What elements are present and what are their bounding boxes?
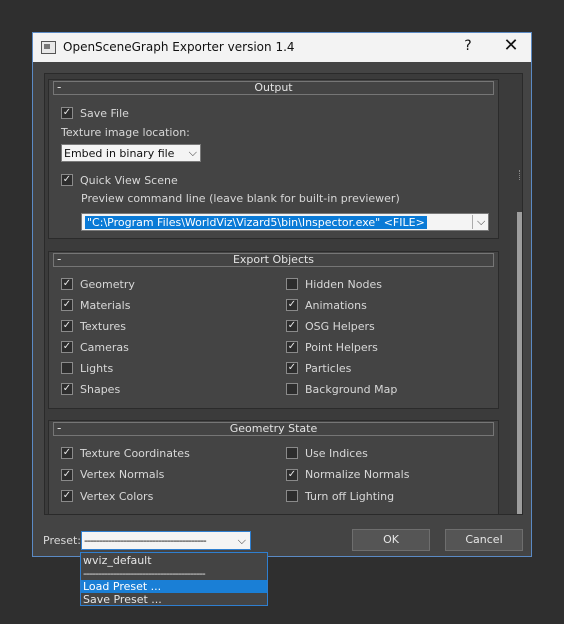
option-label: Use Indices — [305, 446, 368, 460]
option-label: Shapes — [80, 382, 121, 396]
option-label: Geometry — [80, 277, 135, 291]
option-label: Materials — [80, 298, 131, 312]
preview-command-label: Preview command line (leave blank for bu… — [81, 192, 400, 205]
option-label: Background Map — [305, 382, 398, 396]
preset-dropdown-list: wviz_default ---------------------------… — [80, 552, 268, 606]
option-checkbox[interactable]: ✓ Geometry — [61, 277, 135, 291]
texture-location-label: Texture image location: — [61, 126, 190, 139]
vertical-scrollbar[interactable] — [517, 74, 522, 514]
option-label: Lights — [80, 361, 114, 375]
preset-option[interactable]: wviz_default — [81, 554, 267, 567]
option-checkbox[interactable]: ✓ Shapes — [61, 382, 120, 396]
checkbox-checked[interactable]: ✓ — [61, 341, 73, 353]
geometry-state-header[interactable]: - Geometry State — [53, 421, 494, 436]
option-checkbox[interactable]: ✓ Animations — [286, 298, 367, 312]
cancel-button[interactable]: Cancel — [445, 529, 523, 551]
export-objects-header[interactable]: - Export Objects — [53, 252, 494, 267]
output-rollout-header[interactable]: - Output — [53, 80, 494, 95]
window-title: OpenSceneGraph Exporter version 1.4 — [63, 40, 295, 54]
option-checkbox[interactable]: ✓ Vertex Normals — [61, 468, 164, 482]
quick-view-checkbox[interactable]: ✓ Quick View Scene — [61, 173, 178, 187]
checkbox-unchecked[interactable] — [286, 278, 298, 290]
option-checkbox[interactable]: ✓ Cameras — [61, 340, 129, 354]
checkbox-unchecked[interactable] — [286, 383, 298, 395]
option-checkbox[interactable]: Lights — [61, 361, 113, 375]
checkbox-checked[interactable]: ✓ — [286, 320, 298, 332]
option-checkbox[interactable]: ✓ Normalize Normals — [286, 468, 409, 482]
checkbox-checked[interactable]: ✓ — [286, 299, 298, 311]
preset-value: ----------------------------------------… — [84, 534, 207, 547]
checkbox-checked[interactable]: ✓ — [61, 320, 73, 332]
option-checkbox[interactable]: Turn off Lighting — [286, 489, 394, 503]
chevron-down-icon: ⌵ — [237, 534, 246, 547]
option-label: Point Helpers — [305, 340, 378, 354]
preset-option-load[interactable]: Load Preset ... — [81, 580, 267, 593]
checkbox-checked[interactable]: ✓ — [286, 341, 298, 353]
checkbox-checked[interactable]: ✓ — [61, 468, 73, 481]
texture-location-value: Embed in binary file — [64, 147, 175, 160]
option-label: OSG Helpers — [305, 319, 375, 333]
checkbox-unchecked[interactable] — [286, 490, 298, 502]
preset-label: Preset: — [43, 534, 82, 547]
ok-button[interactable]: OK — [352, 529, 430, 551]
texture-location-dropdown[interactable]: Embed in binary file ⌵ — [61, 144, 201, 162]
export-objects-title: Export Objects — [232, 253, 315, 266]
checkbox-checked[interactable]: ✓ — [61, 490, 73, 502]
checkbox-unchecked[interactable] — [61, 362, 73, 374]
scrollbar-grip — [519, 170, 521, 180]
combo-separator — [472, 215, 473, 229]
option-label: Textures — [80, 319, 126, 333]
option-label: Turn off Lighting — [305, 489, 395, 503]
export-objects-rollout: - Export Objects ✓ Geometry ✓ Materials ✓ Tex… — [48, 251, 499, 409]
preview-command-input[interactable]: "C:\Program Files\WorldViz\Vizard5\bin\I… — [81, 213, 489, 231]
option-label: Hidden Nodes — [305, 277, 382, 291]
checkbox-box[interactable]: ✓ — [61, 174, 73, 186]
option-checkbox[interactable]: ✓ Vertex Colors — [61, 489, 153, 503]
checkbox-checked[interactable]: ✓ — [61, 383, 73, 395]
option-checkbox[interactable]: ✓ Point Helpers — [286, 340, 378, 354]
exporter-dialog: OpenSceneGraph Exporter version 1.4 ? ✕ … — [32, 32, 532, 557]
preset-option-save[interactable]: Save Preset ... — [81, 593, 267, 606]
option-checkbox[interactable]: ✓ Texture Coordinates — [61, 446, 190, 460]
rollout-scroll-area: - Output ✓ Save File Texture image locat… — [44, 73, 523, 515]
preset-dropdown[interactable]: ----------------------------------------… — [81, 531, 251, 550]
option-checkbox[interactable]: Hidden Nodes — [286, 277, 382, 291]
option-label: Animations — [305, 298, 367, 312]
save-file-label: Save File — [80, 106, 129, 120]
chevron-down-icon[interactable]: ⌵ — [477, 215, 485, 229]
option-label: Particles — [305, 361, 352, 375]
option-label: Texture Coordinates — [80, 446, 190, 460]
app-window-icon — [41, 41, 56, 54]
option-label: Vertex Colors — [80, 489, 154, 503]
geometry-state-rollout: - Geometry State ✓ Texture Coordinates ✓ Ve… — [48, 420, 499, 514]
checkbox-box[interactable]: ✓ — [61, 107, 73, 119]
checkbox-checked[interactable]: ✓ — [286, 468, 298, 481]
chevron-down-icon: ⌵ — [188, 146, 197, 159]
checkbox-checked[interactable]: ✓ — [61, 447, 73, 459]
quick-view-label: Quick View Scene — [80, 173, 178, 187]
help-button[interactable]: ? — [461, 38, 475, 54]
close-button[interactable]: ✕ — [503, 35, 519, 56]
save-file-checkbox[interactable]: ✓ Save File — [61, 106, 129, 120]
checkbox-checked[interactable]: ✓ — [61, 278, 73, 290]
checkbox-checked[interactable]: ✓ — [61, 299, 73, 311]
preview-command-value: "C:\Program Files\WorldViz\Vizard5\bin\I… — [85, 216, 427, 229]
option-label: Vertex Normals — [80, 468, 165, 481]
title-bar[interactable]: OpenSceneGraph Exporter version 1.4 ? ✕ — [33, 33, 531, 62]
option-label: Cameras — [80, 340, 129, 354]
preset-option-separator: ----------------------------------------… — [83, 567, 206, 580]
option-checkbox[interactable]: ✓ OSG Helpers — [286, 319, 375, 333]
output-rollout: - Output ✓ Save File Texture image locat… — [48, 79, 499, 239]
geometry-state-title: Geometry State — [229, 422, 318, 435]
option-checkbox[interactable]: Use Indices — [286, 446, 368, 460]
output-rollout-title: Output — [254, 81, 293, 94]
checkbox-unchecked[interactable] — [286, 447, 298, 459]
scrollbar-thumb[interactable] — [517, 212, 522, 514]
option-checkbox[interactable]: ✓ Textures — [61, 319, 126, 333]
option-checkbox[interactable]: ✓ Particles — [286, 361, 351, 375]
option-checkbox[interactable]: Background Map — [286, 382, 397, 396]
option-label: Normalize Normals — [305, 468, 410, 481]
option-checkbox[interactable]: ✓ Materials — [61, 298, 130, 312]
checkbox-checked[interactable]: ✓ — [286, 362, 298, 374]
